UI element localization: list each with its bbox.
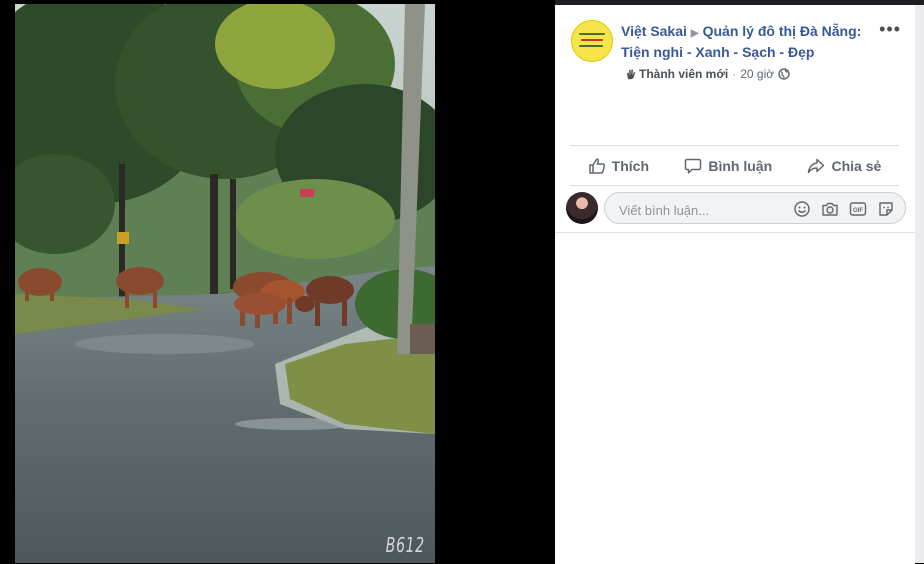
comment-field[interactable]: GIF <box>604 192 906 224</box>
meta-separator: · <box>732 67 737 81</box>
like-button[interactable]: Thích <box>588 157 649 175</box>
photo-watermark: B612 <box>385 533 425 557</box>
more-dots-icon[interactable]: ••• <box>879 19 901 40</box>
photo-viewer: B612 <box>0 0 555 563</box>
group-avatar[interactable] <box>571 20 613 62</box>
comment-composer: GIF <box>566 192 911 226</box>
member-badge: Thành viên mới <box>639 67 729 81</box>
smiley-icon[interactable] <box>793 200 811 218</box>
viewer-gutter <box>915 5 924 563</box>
photo-scene <box>15 4 435 563</box>
globe-icon <box>778 68 790 80</box>
user-avatar[interactable] <box>566 192 598 224</box>
like-label: Thích <box>611 157 650 174</box>
comments-area <box>555 232 915 564</box>
sticker-icon[interactable] <box>877 200 895 218</box>
comment-button[interactable]: Bình luận <box>684 157 772 175</box>
author-link[interactable]: Việt Sakai <box>621 23 687 39</box>
post-actions: Thích Bình luận Chia sẻ <box>570 145 899 186</box>
wave-hand-icon <box>627 69 636 80</box>
post-header: Việt Sakai ▶ Quản lý đô thị Đà Nẵng: Tiện … <box>621 22 873 81</box>
comment-input[interactable] <box>617 199 781 221</box>
share-button[interactable]: Chia sẻ <box>807 157 881 175</box>
camera-icon[interactable] <box>821 200 839 218</box>
post-title: Việt Sakai ▶ Quản lý đô thị Đà Nẵng: Tiện … <box>621 22 873 62</box>
speech-bubble-icon <box>685 158 702 174</box>
post-meta: Thành viên mới · 20 giờ <box>621 67 873 81</box>
triangle-right-icon: ▶ <box>690 28 699 39</box>
post-time[interactable]: 20 giờ <box>740 67 774 81</box>
gif-icon[interactable]: GIF <box>849 200 867 218</box>
thumbs-up-icon <box>588 157 605 174</box>
svg-text:GIF: GIF <box>853 208 863 214</box>
share-label: Chia sẻ <box>831 157 882 174</box>
post-sidebar: Việt Sakai ▶ Quản lý đô thị Đà Nẵng: Tiện … <box>555 5 915 564</box>
share-arrow-icon <box>808 158 825 173</box>
post-photo[interactable]: B612 <box>15 4 435 563</box>
comment-tools: GIF <box>793 200 895 218</box>
comment-label: Bình luận <box>708 157 773 174</box>
